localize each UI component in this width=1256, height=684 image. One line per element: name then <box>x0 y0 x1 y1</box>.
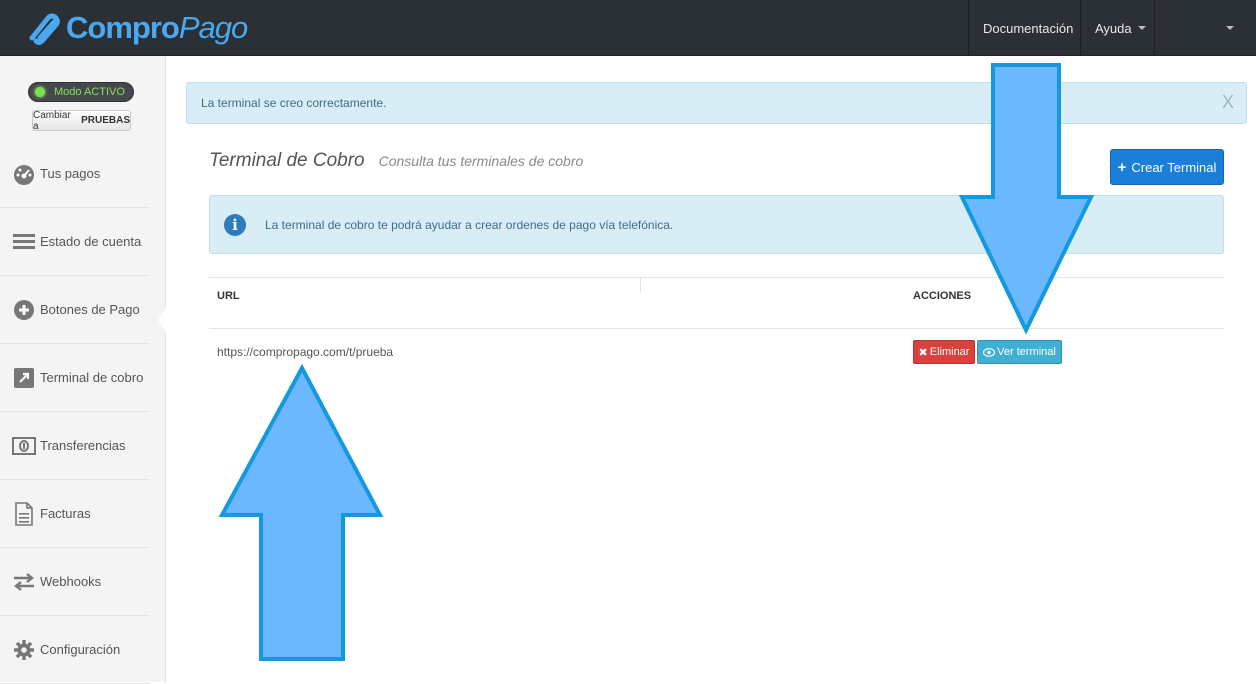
help-label: Ayuda <box>1095 20 1132 36</box>
create-terminal-button[interactable]: + Crear Terminal <box>1110 149 1224 185</box>
sidebar-item-label: Tus pagos <box>40 166 101 181</box>
top-navbar: ComproPago Documentación Ayuda <box>0 0 1256 56</box>
help-dropdown[interactable]: Ayuda <box>1080 0 1154 56</box>
sidebar-item-botones-de-pago[interactable]: Botones de Pago <box>0 276 150 344</box>
switch-mode-name: PRUEBAS <box>81 115 130 126</box>
terminal-url: https://compropago.com/t/prueba <box>217 345 394 359</box>
column-header-url: URL <box>217 290 240 302</box>
table-row: https://compropago.com/t/prueba ✖ Elimin… <box>209 329 1224 375</box>
chevron-down-icon <box>1137 26 1146 30</box>
plus-circle-icon <box>12 298 36 322</box>
gear-icon <box>12 638 36 662</box>
success-alert-text: La terminal se creo correctamente. <box>201 96 387 110</box>
sidebar-item-facturas[interactable]: Facturas <box>0 480 150 548</box>
exchange-icon <box>12 570 36 594</box>
create-terminal-label: Crear Terminal <box>1131 159 1217 175</box>
documentation-link[interactable]: Documentación <box>968 0 1080 56</box>
view-terminal-button[interactable]: Ver terminal <box>977 340 1062 364</box>
mode-indicator: Modo ACTIVO <box>28 82 134 102</box>
switch-mode-button[interactable]: Cambiar a PRUEBAS <box>32 109 131 132</box>
dashboard-icon <box>12 162 36 186</box>
paperclip-logo-icon <box>29 13 60 45</box>
page-header: Terminal de Cobro Consulta tus terminales… <box>209 150 583 172</box>
sidebar-item-configuracion[interactable]: Configuración <box>0 616 150 684</box>
table-header: URL ACCIONES <box>209 277 1224 329</box>
sidebar-item-label: Estado de cuenta <box>40 234 142 249</box>
document-icon <box>12 501 36 526</box>
switch-prefix: Cambiar a <box>33 109 71 132</box>
page-title: Terminal de Cobro <box>209 150 365 171</box>
user-menu-dropdown[interactable] <box>1154 0 1256 56</box>
close-icon: ✖ <box>918 346 928 359</box>
terminals-table: URL ACCIONES https://compropago.com/t/pr… <box>209 277 1224 375</box>
info-alert: i La terminal de cobro te podrá ayudar a… <box>209 195 1224 254</box>
list-icon <box>12 230 36 254</box>
delete-label: Eliminar <box>929 346 970 358</box>
sidebar-item-label: Webhooks <box>40 574 102 589</box>
column-divider <box>640 278 641 292</box>
sidebar-item-label: Transferencias <box>40 438 126 453</box>
sidebar-item-tus-pagos[interactable]: Tus pagos <box>0 140 150 208</box>
close-icon[interactable]: X <box>1222 92 1234 113</box>
up-arrow-annotation <box>218 363 384 661</box>
money-icon <box>12 434 36 458</box>
top-nav-links: Documentación Ayuda <box>968 0 1256 56</box>
sidebar-item-transferencias[interactable]: Transferencias <box>0 412 150 480</box>
brand-name: ComproPago <box>66 10 248 45</box>
eye-icon <box>983 347 996 357</box>
compropago-logo[interactable]: ComproPago <box>24 8 248 48</box>
sidebar-item-webhooks[interactable]: Webhooks <box>0 548 150 616</box>
delete-terminal-button[interactable]: ✖ Eliminar <box>913 340 975 364</box>
external-link-icon <box>12 366 36 390</box>
info-icon: i <box>224 213 246 236</box>
chevron-down-icon <box>1226 26 1234 30</box>
sidebar: Modo ACTIVO Cambiar a PRUEBAS Tus pagos E… <box>0 56 166 684</box>
active-item-pointer <box>158 306 167 334</box>
info-alert-text: La terminal de cobro te podrá ayudar a c… <box>265 217 674 232</box>
sidebar-item-label: Configuración <box>40 642 121 657</box>
column-header-acciones: ACCIONES <box>913 290 972 302</box>
success-alert: La terminal se creo correctamente. X <box>186 82 1247 124</box>
plus-icon: + <box>1117 158 1127 176</box>
sidebar-item-label: Facturas <box>40 506 91 521</box>
page-subtitle: Consulta tus terminales de cobro <box>378 153 584 169</box>
sidebar-item-label: Terminal de cobro <box>40 370 144 385</box>
sidebar-item-estado-de-cuenta[interactable]: Estado de cuenta <box>0 208 150 276</box>
mode-label: Modo ACTIVO <box>54 86 125 98</box>
sidebar-item-label: Botones de Pago <box>40 302 140 317</box>
status-light-icon <box>35 87 45 97</box>
sidebar-item-terminal-de-cobro[interactable]: Terminal de cobro <box>0 344 150 412</box>
view-terminal-label: Ver terminal <box>997 346 1056 358</box>
